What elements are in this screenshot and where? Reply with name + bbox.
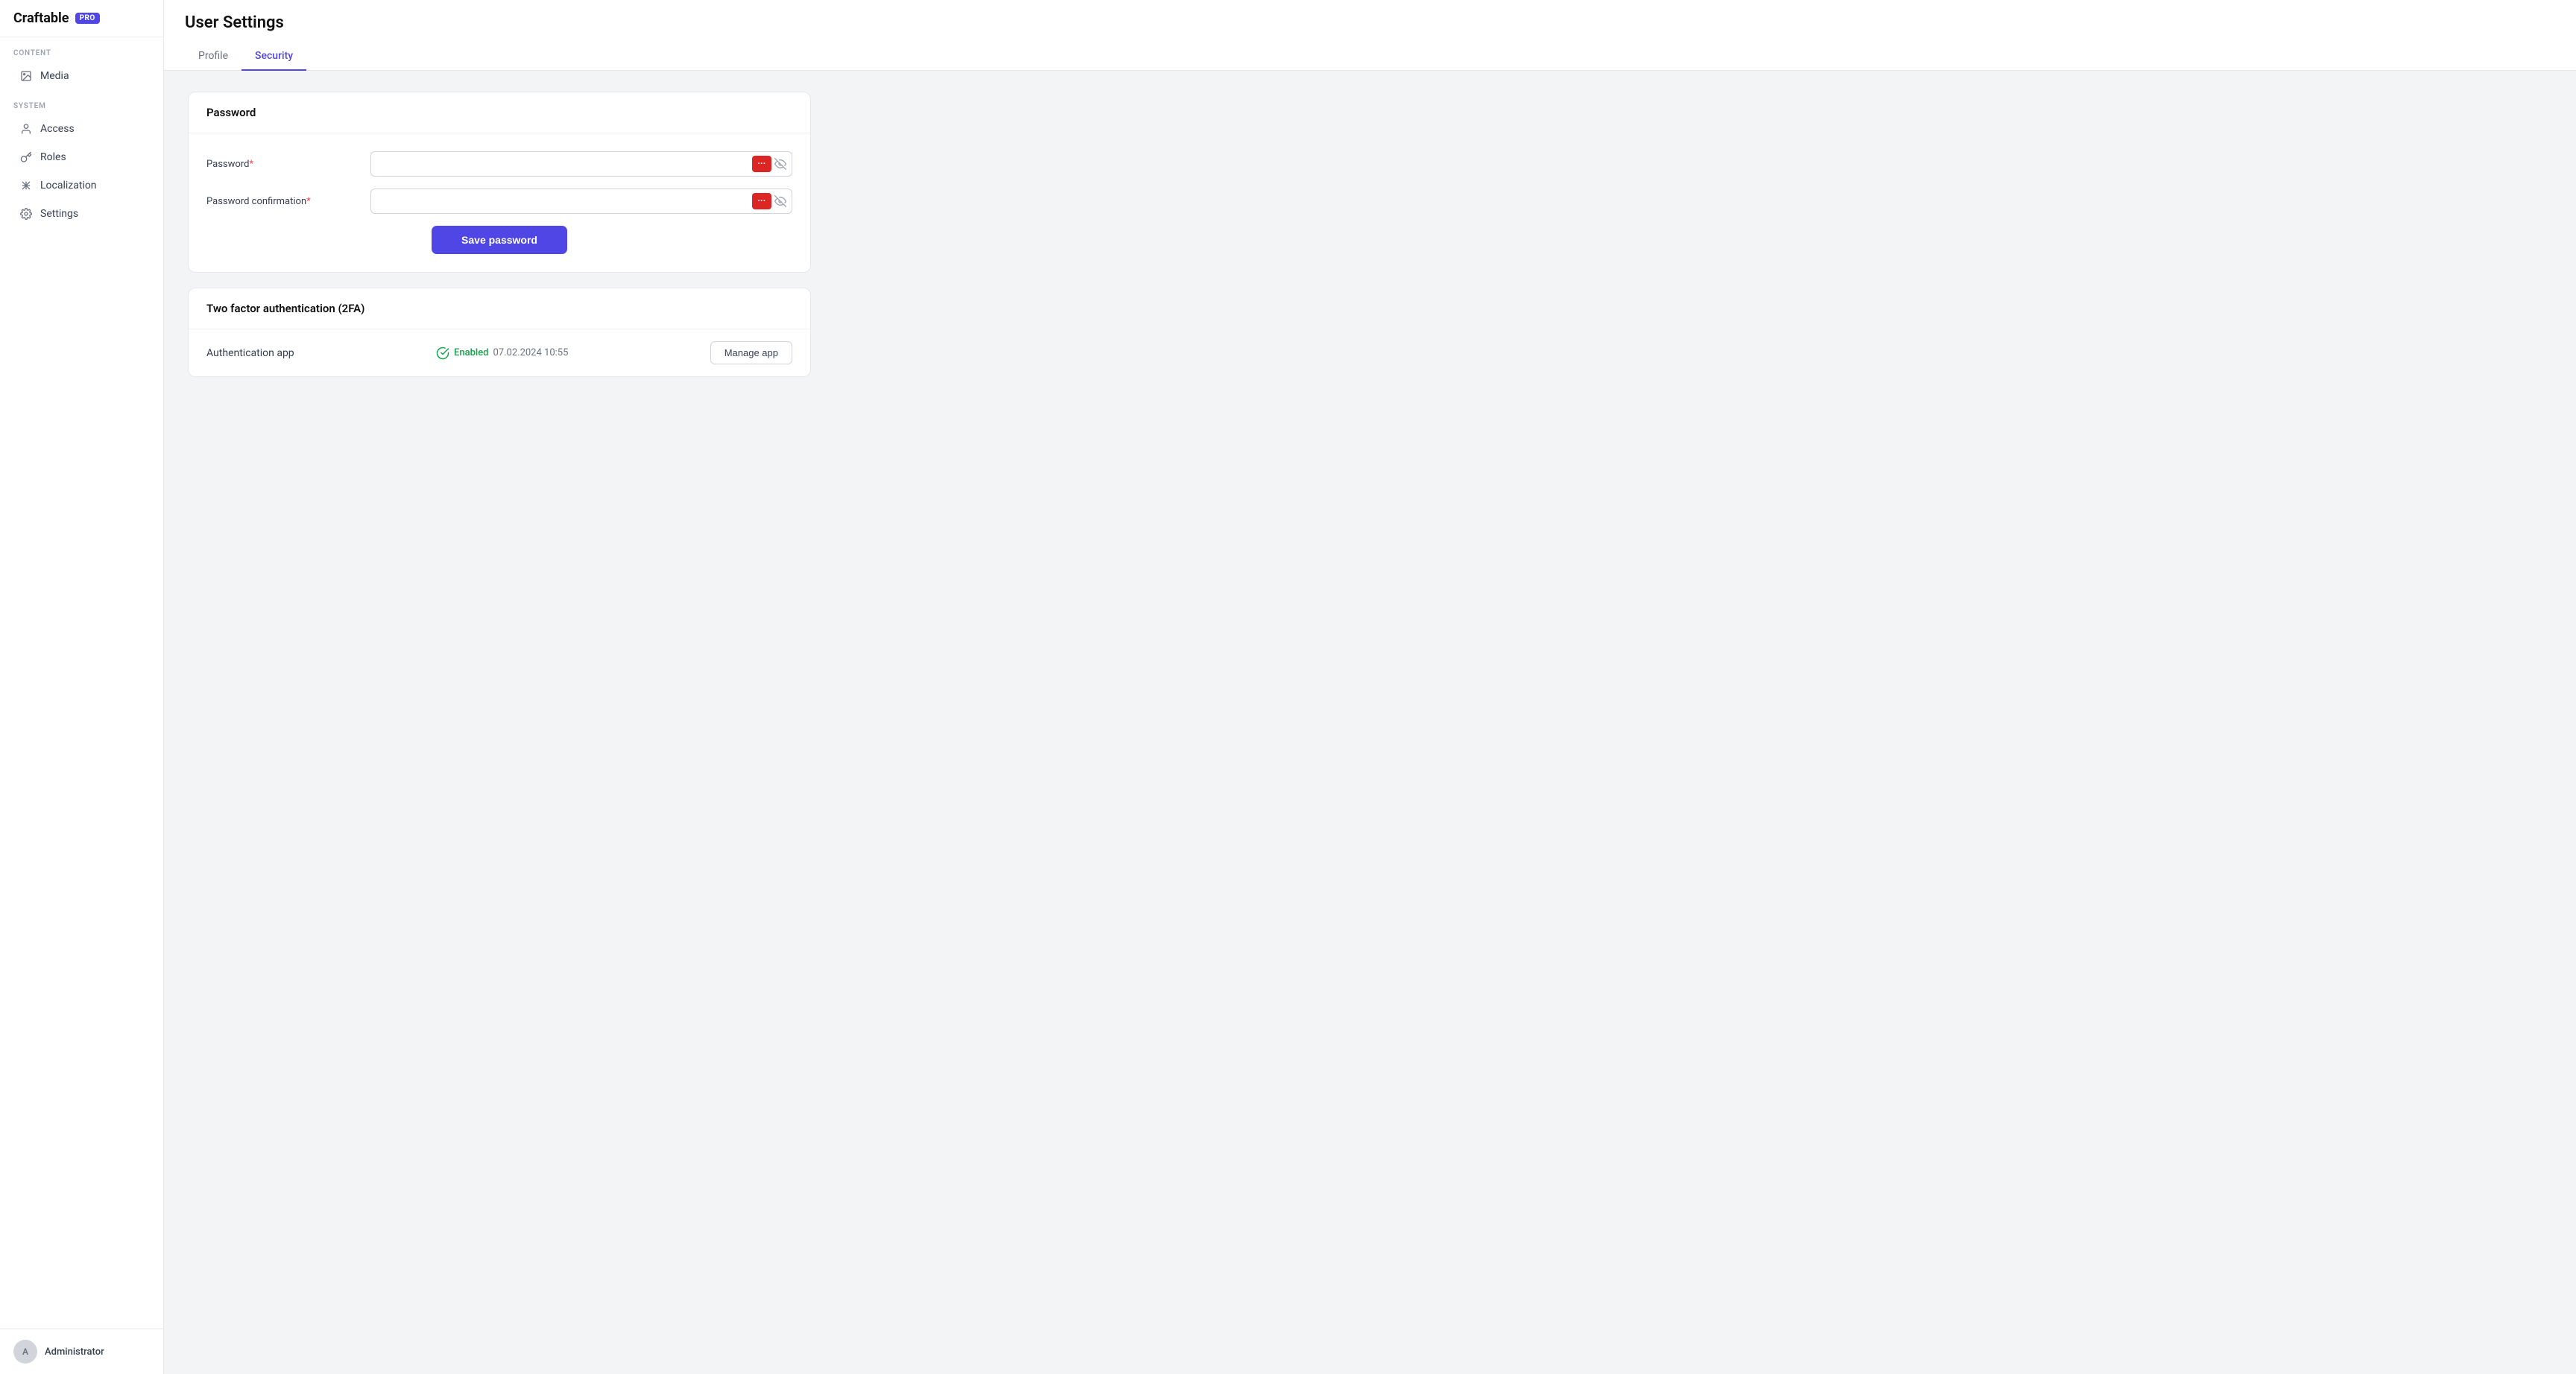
tab-profile[interactable]: Profile — [185, 42, 242, 71]
content-section-label: CONTENT — [0, 37, 163, 62]
password-input-icons: ··· — [752, 156, 786, 172]
password-input[interactable] — [370, 151, 792, 177]
twofa-card-title: Two factor authentication (2FA) — [189, 288, 810, 329]
password-confirmation-input[interactable] — [370, 189, 792, 214]
sidebar: Craftable PRO CONTENT Media SYSTEM Acces… — [0, 0, 164, 1374]
twofa-row: Authentication app Enabled 07.02.2024 10… — [189, 329, 810, 376]
sidebar-item-localization[interactable]: Localization — [6, 172, 157, 199]
sidebar-item-media-label: Media — [40, 70, 69, 82]
status-enabled-text: Enabled — [454, 347, 489, 358]
image-icon — [19, 69, 33, 83]
password-label: Password* — [206, 159, 356, 170]
content-area: Password Password* ··· — [164, 71, 835, 413]
password-card: Password Password* ··· — [188, 92, 811, 273]
password-confirmation-visibility-toggle[interactable] — [774, 195, 786, 207]
save-button-row: Save password — [206, 226, 792, 254]
password-field-row: Password* ··· — [206, 151, 792, 177]
save-password-button[interactable]: Save password — [432, 226, 567, 254]
settings-icon — [19, 207, 33, 221]
sidebar-item-settings-label: Settings — [40, 208, 78, 220]
password-visibility-toggle[interactable] — [774, 158, 786, 170]
auth-app-label: Authentication app — [206, 347, 294, 359]
twofa-card: Two factor authentication (2FA) Authenti… — [188, 288, 811, 377]
password-confirmation-dots-button[interactable]: ··· — [752, 193, 771, 209]
app-badge: PRO — [75, 13, 100, 24]
twofa-status: Enabled 07.02.2024 10:55 — [436, 346, 568, 360]
password-card-body: Password* ··· — [189, 133, 810, 272]
key-icon — [19, 151, 33, 164]
main-header: User Settings Profile Security — [164, 0, 2576, 71]
sidebar-item-roles-label: Roles — [40, 151, 66, 163]
localization-icon — [19, 179, 33, 192]
system-section-label: SYSTEM — [0, 90, 163, 115]
password-input-wrapper: ··· — [370, 151, 792, 177]
password-confirmation-field-row: Password confirmation* ··· — [206, 189, 792, 214]
footer-username: Administrator — [45, 1346, 104, 1358]
password-dots-button[interactable]: ··· — [752, 156, 771, 172]
sidebar-item-settings[interactable]: Settings — [6, 200, 157, 227]
password-confirmation-input-icons: ··· — [752, 193, 786, 209]
enabled-check-icon — [436, 346, 449, 360]
avatar: A — [13, 1340, 37, 1364]
page-title: User Settings — [185, 13, 2555, 32]
status-date: 07.02.2024 10:55 — [493, 347, 568, 358]
tabs: Profile Security — [185, 42, 2555, 70]
password-card-title: Password — [189, 92, 810, 133]
main-content: User Settings Profile Security Password … — [164, 0, 2576, 1374]
password-confirmation-label: Password confirmation* — [206, 196, 356, 207]
app-name: Craftable — [13, 10, 69, 26]
sidebar-item-access[interactable]: Access — [6, 115, 157, 142]
password-confirmation-input-wrapper: ··· — [370, 189, 792, 214]
sidebar-footer: A Administrator — [0, 1329, 163, 1374]
user-icon — [19, 122, 33, 136]
logo-area: Craftable PRO — [0, 0, 163, 37]
sidebar-item-roles[interactable]: Roles — [6, 144, 157, 171]
sidebar-item-media[interactable]: Media — [6, 63, 157, 89]
tab-security[interactable]: Security — [242, 42, 306, 71]
manage-app-button[interactable]: Manage app — [710, 341, 792, 364]
sidebar-item-localization-label: Localization — [40, 180, 97, 191]
sidebar-item-access-label: Access — [40, 123, 75, 135]
